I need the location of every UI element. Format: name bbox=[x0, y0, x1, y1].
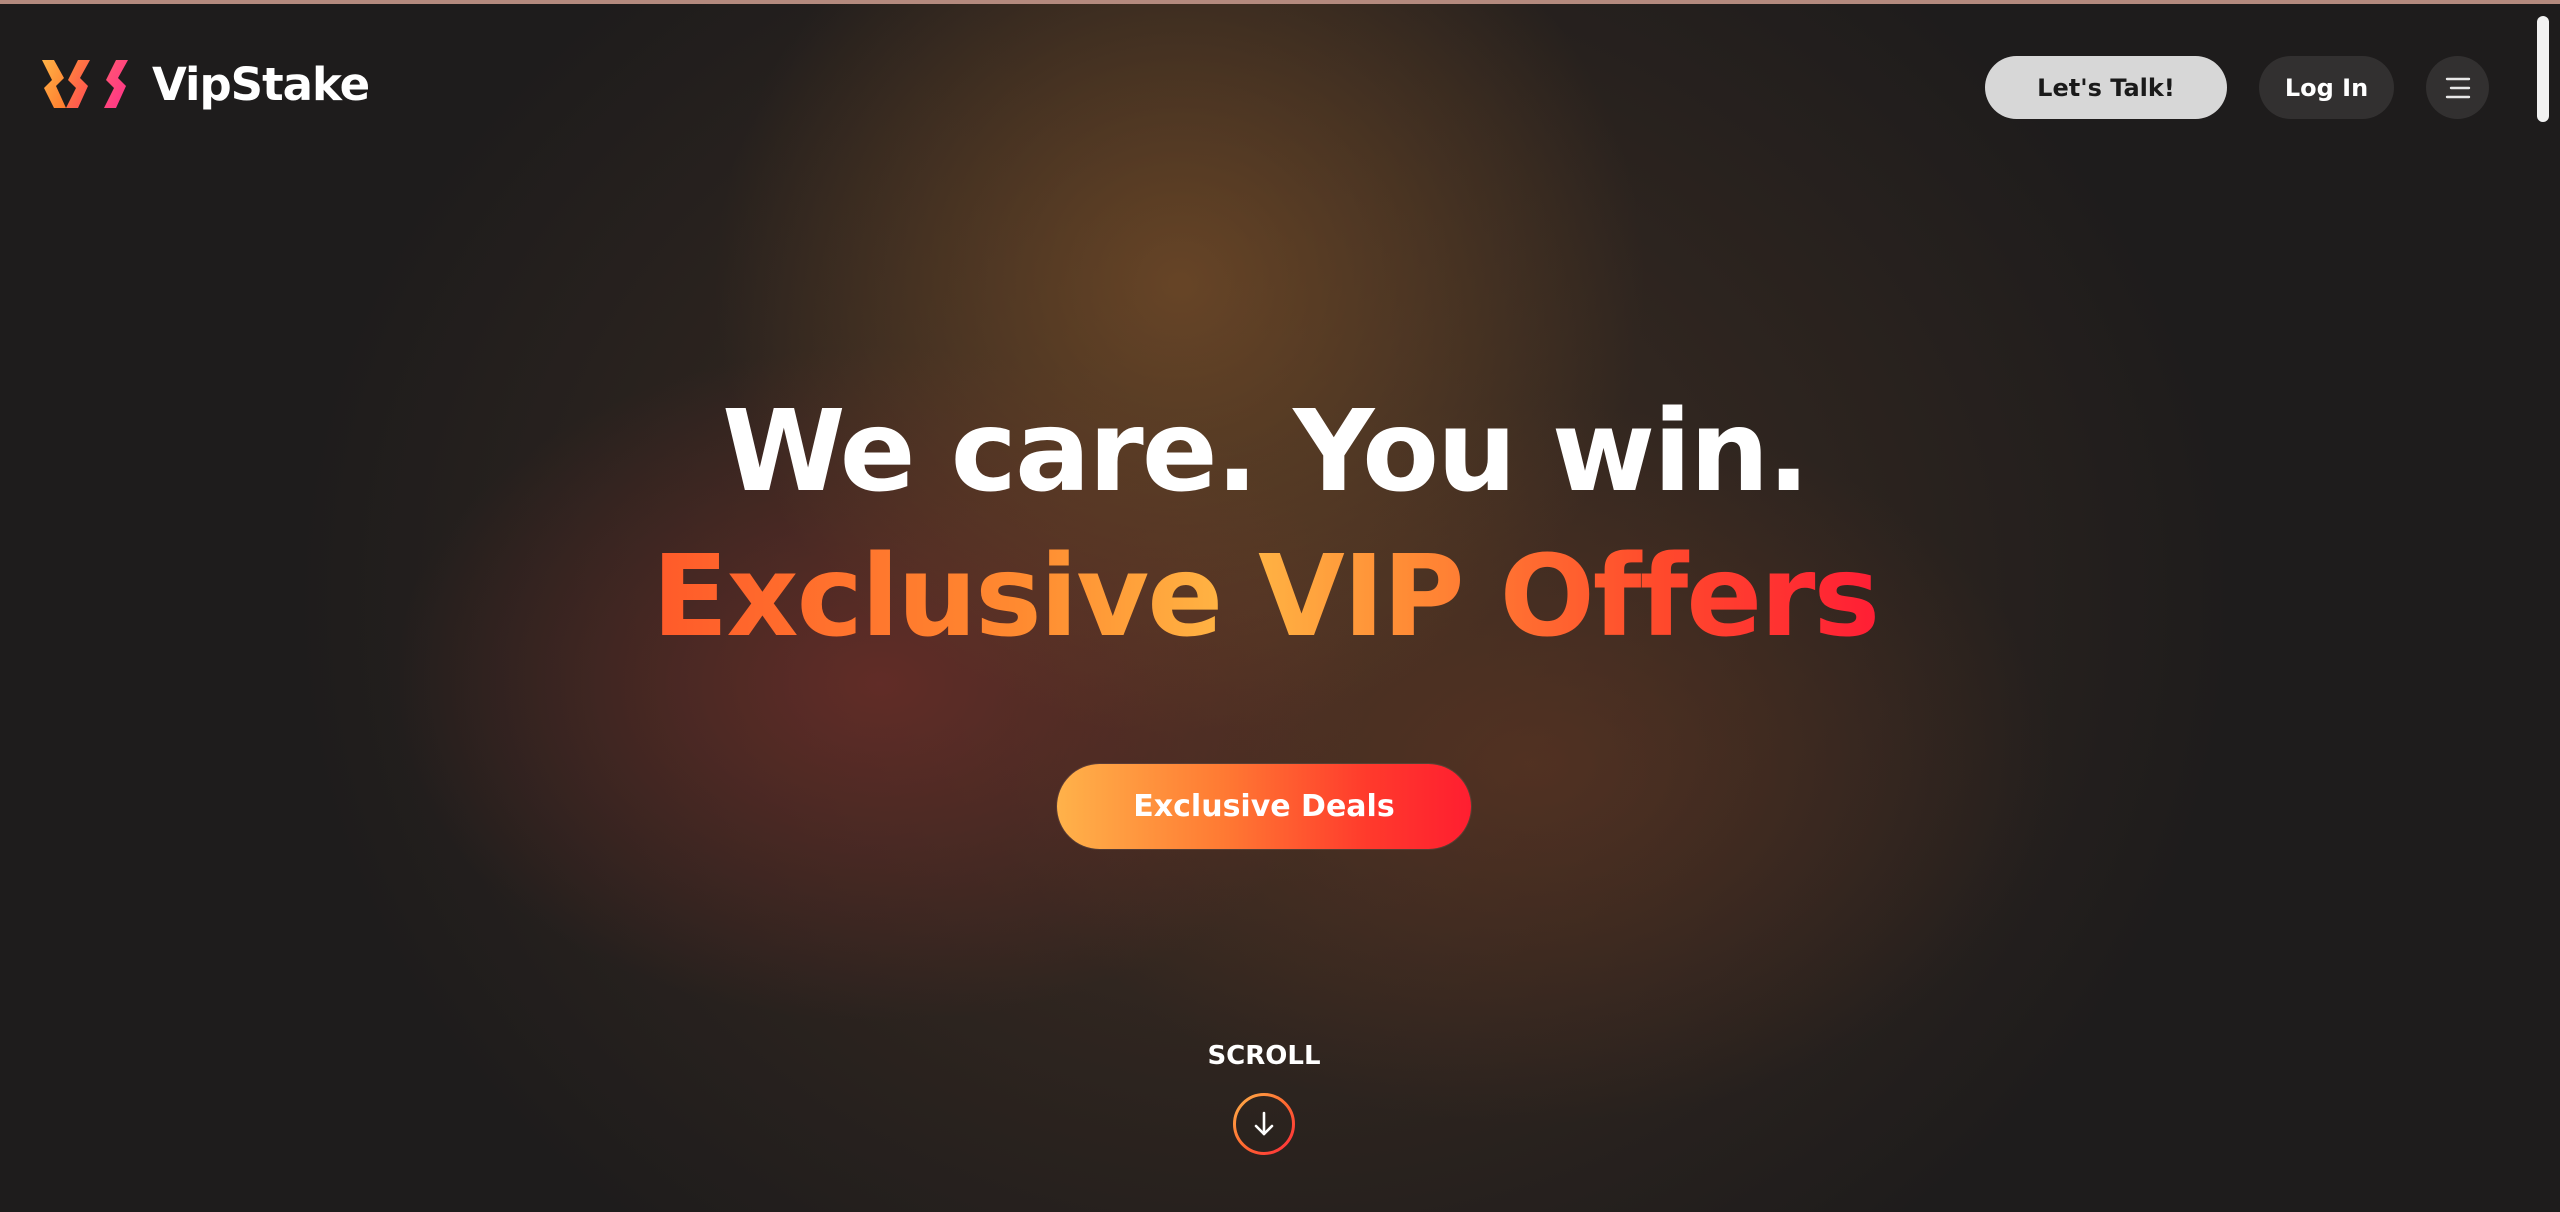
hero-headline: We care. You win. bbox=[722, 387, 1810, 517]
hamburger-menu-icon bbox=[2445, 77, 2470, 98]
lets-talk-button[interactable]: Let's Talk! bbox=[1985, 56, 2227, 119]
landing-page: VipStake Let's Talk! Log In We care. You… bbox=[0, 0, 2560, 1212]
hero-subheadline-text: Exclusive VIP Offers bbox=[651, 532, 1880, 662]
scroll-label: SCROLL bbox=[1207, 1041, 1321, 1071]
scrollbar-thumb[interactable] bbox=[2537, 16, 2549, 122]
hero-subheadline: Exclusive VIP Offers bbox=[0, 527, 2530, 667]
brand-logo[interactable]: VipStake bbox=[40, 54, 370, 114]
menu-button[interactable] bbox=[2426, 56, 2489, 119]
arrow-down-icon bbox=[1254, 1111, 1274, 1136]
logo-mark-icon bbox=[42, 60, 128, 108]
login-button[interactable]: Log In bbox=[2259, 56, 2394, 119]
scroll-down-button[interactable] bbox=[1232, 1092, 1296, 1156]
exclusive-deals-button[interactable]: Exclusive Deals bbox=[1057, 764, 1471, 849]
brand-name: VipStake bbox=[152, 57, 370, 111]
page-scrollbar[interactable] bbox=[2533, 4, 2560, 1212]
